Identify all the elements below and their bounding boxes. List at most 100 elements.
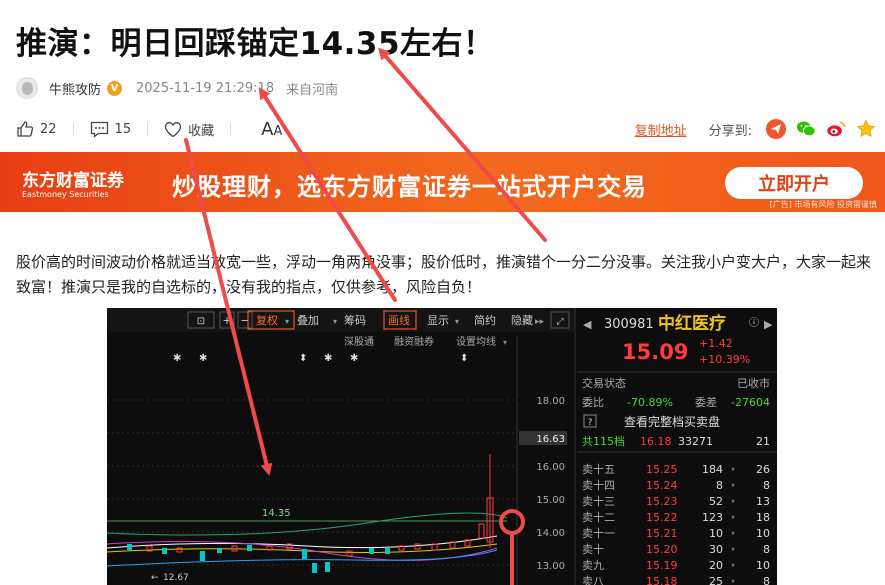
total-levels-volume: 33271 (678, 435, 713, 448)
ask-level-label: 卖十五 (582, 462, 615, 476)
like-button[interactable]: 22 (16, 120, 57, 138)
wechat-icon[interactable] (796, 119, 816, 139)
ask-price: 15.21 (646, 527, 678, 540)
fullscreen-icon[interactable]: ⤢ (555, 317, 563, 327)
subtool-shengutong[interactable]: 深股通 (344, 336, 374, 348)
ad-disclaimer: [广告] 市场有风险 投资需谨慎 (769, 200, 877, 209)
svg-text:✱: ✱ (350, 353, 358, 364)
prev-stock-icon[interactable]: ◀ (583, 318, 592, 331)
like-count: 22 (40, 121, 57, 137)
author-name[interactable]: 牛熊攻防 (49, 79, 101, 98)
subtool-junxian[interactable]: 设置均线 (456, 335, 496, 348)
info-icon[interactable]: ⓘ (749, 317, 759, 329)
ask-level-label: 卖九 (582, 559, 604, 572)
toolbar-huaxian[interactable]: 画线 (388, 313, 410, 327)
total-levels-label: 共115档 (582, 434, 625, 448)
help-icon[interactable]: ? (588, 418, 593, 428)
weibo-icon[interactable] (826, 119, 846, 139)
total-levels-price: 16.18 (640, 435, 672, 448)
article-title: 推演：明日回踩锚定14.35左右！ (16, 26, 495, 62)
ask-level-label: 卖八 (582, 575, 604, 585)
publish-datetime: 2025-11-19 21:29:18 (136, 80, 275, 96)
price-change: +1.42 (699, 337, 733, 350)
font-size-small: A (273, 123, 283, 139)
ask-price: 15.25 (646, 463, 678, 476)
svg-text:⬍: ⬍ (460, 353, 468, 364)
ask-level-label: 卖十一 (582, 526, 615, 540)
trade-status-label: 交易状态 (582, 376, 626, 390)
y-tick: 18.00 (536, 396, 565, 407)
svg-text:▾: ▾ (285, 317, 289, 326)
y-tick: 14.00 (536, 528, 565, 539)
ask-volume: 20 (709, 559, 723, 572)
copy-link-button[interactable]: 复制地址 (635, 120, 687, 139)
favorite-button[interactable]: 收藏 (164, 120, 214, 139)
toolbar-xianshi[interactable]: 显示 (427, 314, 449, 327)
svg-text:▸▸: ▸▸ (535, 317, 545, 327)
ask-count: 8 (763, 575, 770, 585)
svg-text:▾: ▾ (503, 338, 507, 347)
ask-dot (731, 467, 735, 471)
verified-badge-icon: V (107, 80, 123, 96)
ask-level-label: 卖十四 (582, 478, 615, 492)
ask-count: 8 (763, 479, 770, 492)
stock-chart-image: ⊡ + − 复权 叠加 筹码 画线 显示 简约 隐藏 ▾ ▾ ▾ ▸▸ ⤢ 深股… (107, 308, 777, 585)
ask-price: 15.22 (646, 511, 678, 524)
font-size-toggle[interactable]: AA (261, 119, 282, 140)
trade-status-value: 已收市 (737, 376, 770, 390)
ad-banner[interactable]: 东方财富证券 Eastmoney Securities 炒股理财，选东方财富证券… (0, 152, 885, 212)
ask-count: 8 (763, 543, 770, 556)
favorite-label: 收藏 (188, 123, 215, 139)
weicha-value: -27604 (731, 396, 770, 409)
brand-logo: 东方财富证券 Eastmoney Securities (22, 166, 124, 199)
y-tick: 15.00 (536, 495, 565, 506)
ask-count: 13 (756, 495, 770, 508)
level-line-label: 14.35 (262, 508, 291, 519)
ask-dot (731, 483, 735, 487)
y-tick: 13.00 (536, 561, 565, 572)
ask-dot (731, 579, 735, 583)
ask-dot (731, 531, 735, 535)
toolbar-chouma[interactable]: 筹码 (344, 313, 366, 327)
ask-level-label: 卖十二 (582, 510, 615, 524)
view-all-levels-link[interactable]: 查看完整档买卖盘 (624, 414, 720, 429)
share-area: 复制地址 分享到: (635, 119, 876, 139)
toolbar-fuquan[interactable]: 复权 (256, 313, 278, 327)
weicha-label: 委差 (695, 395, 717, 409)
action-bar: 22 15 收藏 AA 复制地址 分享到: (16, 118, 876, 140)
toutiao-icon[interactable] (766, 119, 786, 139)
weibi-label: 委比 (582, 396, 604, 409)
ask-volume: 52 (709, 495, 723, 508)
banner-slogan: 炒股理财，选东方财富证券一站式开户交易 (172, 173, 647, 201)
y-tick: 16.00 (536, 462, 565, 473)
zoom-in-icon[interactable]: + (222, 314, 231, 327)
ask-price: 15.24 (646, 479, 678, 492)
toolbar-yincang[interactable]: 隐藏 (511, 314, 533, 327)
subtool-rongzi[interactable]: 融资融券 (394, 335, 434, 348)
ask-level-label: 卖十 (582, 542, 604, 556)
ask-dot (731, 547, 735, 551)
toolbar-jianyue[interactable]: 简约 (474, 313, 496, 327)
ask-price: 15.19 (646, 559, 678, 572)
toolbar-lock-icon[interactable]: ⊡ (197, 316, 205, 327)
toolbar-diejia[interactable]: 叠加 (297, 314, 319, 327)
open-account-button[interactable]: 立即开户 (725, 167, 863, 199)
avatar[interactable] (16, 77, 38, 99)
share-to-label: 分享到: (708, 123, 752, 139)
divider (72, 122, 74, 136)
svg-text:✱: ✱ (173, 353, 181, 364)
weibi-value: -70.89% (627, 396, 673, 409)
next-stock-icon[interactable]: ▶ (764, 318, 773, 331)
current-price-marker: 16.63 (536, 434, 565, 445)
thumbs-up-icon (17, 121, 34, 137)
ask-count: 10 (756, 559, 770, 572)
ask-volume: 184 (702, 463, 723, 476)
comment-button[interactable]: 15 (90, 121, 131, 138)
svg-text:✱: ✱ (199, 353, 207, 364)
ask-dot (731, 515, 735, 519)
svg-text:▾: ▾ (455, 317, 459, 326)
ask-count: 18 (756, 511, 770, 524)
star-icon[interactable] (856, 119, 876, 139)
stock-code: 300981 (604, 317, 654, 332)
ask-volume: 30 (709, 543, 723, 556)
